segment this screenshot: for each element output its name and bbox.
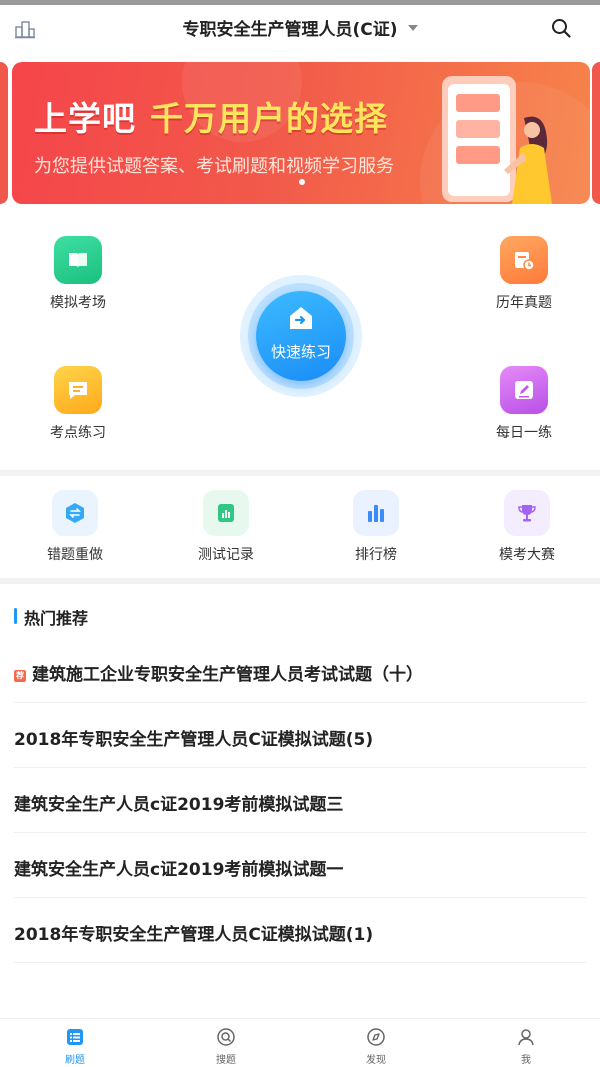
point-practice-button[interactable]: 考点练习 bbox=[23, 366, 133, 442]
banner-carousel[interactable]: 上学吧 千万用户的选择 为您提供试题答案、考试刷题和视频学习服务 bbox=[0, 58, 600, 208]
past-papers-button[interactable]: 历年真题 bbox=[469, 236, 579, 312]
quick-practice-button[interactable]: 快速练习 bbox=[240, 275, 362, 397]
list-item[interactable]: 建筑安全生产人员c证2019考前模拟试题一 bbox=[14, 833, 586, 898]
mock-contest-button[interactable]: 模考大赛 bbox=[467, 490, 587, 564]
swap-icon bbox=[52, 490, 98, 536]
mock-exam-button[interactable]: 模拟考场 bbox=[23, 236, 133, 312]
previous-banner bbox=[0, 62, 8, 204]
list-item[interactable]: 2018年专职安全生产管理人员C证模拟试题(1) bbox=[14, 898, 586, 963]
tab-me[interactable]: 我 bbox=[486, 1027, 566, 1066]
chevron-down-icon bbox=[407, 24, 418, 31]
list-item[interactable]: 建筑安全生产人员c证2019考前模拟试题三 bbox=[14, 768, 586, 833]
home-arrow-icon bbox=[290, 307, 312, 329]
tab-practice[interactable]: 刷题 bbox=[35, 1027, 115, 1066]
daily-practice-button[interactable]: 每日一练 bbox=[469, 366, 579, 442]
top-bar: 专职安全生产管理人员(C证) bbox=[0, 5, 600, 55]
phone-woman-illustration bbox=[442, 76, 552, 204]
section-divider bbox=[0, 578, 600, 584]
bottom-tab-bar: 刷题 搜题 发现 我 bbox=[0, 1018, 600, 1067]
tab-search[interactable]: 搜题 bbox=[186, 1027, 266, 1066]
ranking-button[interactable]: 排行榜 bbox=[316, 490, 436, 564]
trophy-icon bbox=[504, 490, 550, 536]
hot-list: 荐建筑施工企业专职安全生产管理人员考试试题（十） 2018年专职安全生产管理人员… bbox=[0, 638, 600, 963]
quick-practice-label: 快速练习 bbox=[270, 343, 331, 361]
list-item[interactable]: 荐建筑施工企业专职安全生产管理人员考试试题（十） bbox=[14, 638, 586, 703]
user-icon bbox=[518, 1029, 534, 1046]
wrong-redo-button[interactable]: 错题重做 bbox=[15, 490, 135, 564]
promo-banner[interactable]: 上学吧 千万用户的选择 为您提供试题答案、考试刷题和视频学习服务 bbox=[12, 62, 590, 204]
carousel-indicator bbox=[299, 179, 305, 185]
search-icon[interactable] bbox=[550, 17, 572, 39]
recommend-badge: 荐 bbox=[14, 670, 26, 682]
calendar-clock-icon bbox=[500, 236, 548, 284]
edit-icon bbox=[500, 366, 548, 414]
page-title: 专职安全生产管理人员(C证) bbox=[182, 20, 398, 40]
next-banner bbox=[592, 62, 600, 204]
subject-selector[interactable]: 专职安全生产管理人员(C证) bbox=[0, 15, 600, 40]
list-item[interactable]: 2018年专职安全生产管理人员C证模拟试题(5) bbox=[14, 703, 586, 768]
list-icon bbox=[67, 1029, 83, 1045]
banner-headline: 上学吧 千万用户的选择 bbox=[34, 99, 388, 138]
search-circle-icon bbox=[217, 1028, 235, 1046]
bar-chart-icon bbox=[353, 490, 399, 536]
banner-subtitle: 为您提供试题答案、考试刷题和视频学习服务 bbox=[34, 156, 394, 177]
tools-row: 错题重做 测试记录 排行榜 模考大赛 bbox=[0, 478, 600, 578]
compass-icon bbox=[367, 1028, 385, 1046]
test-records-button[interactable]: 测试记录 bbox=[166, 490, 286, 564]
message-icon bbox=[54, 366, 102, 414]
book-icon bbox=[54, 236, 102, 284]
chart-doc-icon bbox=[203, 490, 249, 536]
section-divider bbox=[0, 470, 600, 476]
tab-discover[interactable]: 发现 bbox=[336, 1027, 416, 1066]
